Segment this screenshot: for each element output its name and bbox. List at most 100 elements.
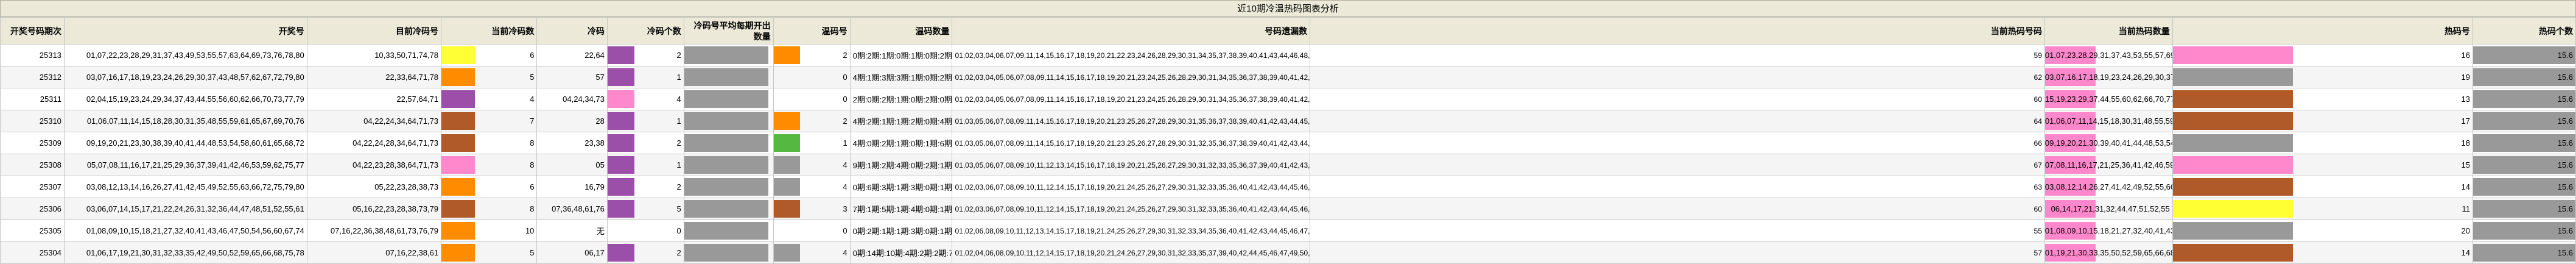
cell-value: 03,08,12,14,26,27,41,42,49,52,55,66,75,8… — [2044, 182, 2172, 191]
cell-cold-nums: 04,22,24,28,34,64,71,73 — [306, 132, 442, 154]
cell-temp — [683, 132, 774, 154]
cell-period: 25305 — [0, 219, 65, 242]
cell-value: 5 — [676, 204, 681, 213]
cell-cold-k: 1 — [606, 110, 684, 132]
cell-extra: 15.6 — [2472, 132, 2576, 154]
cell-value: 5 — [530, 73, 535, 82]
cell-cold-val: 16,79 — [536, 176, 608, 198]
cell-cold-val: 无 — [536, 219, 608, 242]
cell-value: 2 — [676, 182, 681, 191]
cell-hot-count: 55 — [1310, 219, 2045, 242]
cell-cold-val: 23,38 — [536, 132, 608, 154]
col-header[interactable]: 冷码 — [536, 17, 608, 45]
header-row: 开奖号码期次 开奖号 目前冷码号 当前冷码数 冷码 冷码个数 冷码号平均每期开出… — [0, 17, 2576, 45]
cell-period: 25309 — [0, 132, 65, 154]
table-row: 25312 03,07,16,17,18,19,23,24,26,29,30,37… — [0, 66, 2576, 88]
table-row: 25308 05,07,08,11,16,17,21,25,29,36,37,39… — [0, 154, 2576, 176]
cell-extra: 15.6 — [2472, 198, 2576, 220]
cell-hot-count: 64 — [1310, 110, 2045, 132]
col-header[interactable]: 号码遗漏数 — [952, 17, 1311, 45]
cell-period: 25313 — [0, 44, 65, 66]
cell-hot: 15,19,23,29,37,44,55,60,62,66,70,77,79 — [2044, 88, 2173, 110]
cell-value: 5 — [530, 248, 535, 257]
cell-value: 4 — [530, 95, 535, 104]
col-header[interactable]: 目前冷码号 — [306, 17, 442, 45]
cell-value: 2 — [676, 138, 681, 148]
cell-cold-k: 1 — [606, 154, 684, 176]
table-row: 25311 02,04,15,19,23,24,29,34,37,43,44,55… — [0, 88, 2576, 110]
cell-temp-n: 3 — [773, 198, 851, 220]
cell-hot-count: 62 — [1310, 66, 2045, 88]
cell-value: 15.6 — [2557, 248, 2573, 257]
cell-value: 15.6 — [2557, 182, 2573, 191]
cell-temp — [683, 241, 774, 264]
col-header[interactable]: 当前冷码数 — [441, 17, 538, 45]
cell-cold-count: 4 — [441, 88, 538, 110]
cell-cold-nums: 05,16,22,23,28,38,73,79 — [306, 198, 442, 220]
cell-hot-count: 59 — [1310, 44, 2045, 66]
col-header[interactable]: 温码号 — [773, 17, 851, 45]
col-header[interactable]: 开奖号 — [63, 17, 307, 45]
cell-period: 25312 — [0, 66, 65, 88]
col-header[interactable]: 当前热码号码 — [1310, 17, 2045, 45]
cell-cold-nums: 04,22,24,34,64,71,73 — [306, 110, 442, 132]
cell-extra: 15.6 — [2472, 44, 2576, 66]
cell-miss: 0期:2期:1期:0期:1期:0期:2期:0期:0期:3期:1期:0期:5期:1… — [849, 44, 953, 66]
col-header[interactable]: 当前热码数量 — [2044, 17, 2173, 45]
cell-temp-n: 0 — [773, 66, 851, 88]
col-header[interactable]: 温码数量 — [849, 17, 953, 45]
cell-cold-nums: 22,57,64,71 — [306, 88, 442, 110]
cell-value: 1 — [676, 116, 681, 126]
cell-hot: 06,14,17,21,31,32,44,47,51,52,55 — [2044, 198, 2173, 220]
page-title: 近10期冷温热码图表分析 — [0, 0, 2576, 17]
cell-value: 18 — [2461, 138, 2470, 148]
col-header[interactable]: 冷码个数 — [606, 17, 684, 45]
cell-period: 25307 — [0, 176, 65, 198]
cell-draw: 09,19,20,21,23,30,38,39,40,41,44,48,53,5… — [63, 132, 307, 154]
cell-cold-nums: 04,22,23,28,38,64,71,73 — [306, 154, 442, 176]
cell-value: 19 — [2461, 73, 2470, 82]
cell-value: 1 — [676, 160, 681, 169]
cell-hot: 03,08,12,14,26,27,41,42,49,52,55,66,75,8… — [2044, 176, 2173, 198]
cell-temp-n: 1 — [773, 132, 851, 154]
cell-cold-count: 8 — [441, 154, 538, 176]
cell-hot-k: 13 — [2172, 88, 2473, 110]
cell-value: 01,19,21,30,33,35,50,52,59,65,66,68,75,7… — [2044, 248, 2172, 257]
col-header[interactable]: 开奖号码期次 — [0, 17, 65, 45]
cell-cold-count: 5 — [441, 66, 538, 88]
cell-value: 2 — [676, 248, 681, 257]
cell-temp-n: 2 — [773, 110, 851, 132]
cell-value: 09,19,20,21,30,39,40,41,44,48,53,54,60,6… — [2044, 138, 2172, 148]
cell-miss: 9期:1期:2期:4期:0期:2期:1期:4期:1期:7期:0期:0期:0期:5… — [849, 154, 953, 176]
cell-draw: 01,06,07,11,14,15,18,28,30,31,35,48,55,5… — [63, 110, 307, 132]
cell-value: 0 — [676, 226, 681, 235]
bar-fill — [684, 68, 769, 86]
cell-value: 4 — [843, 248, 848, 257]
cell-value: 15.6 — [2557, 204, 2573, 213]
cell-temp-n: 4 — [773, 176, 851, 198]
cell-value: 1 — [676, 73, 681, 82]
cell-draw: 02,04,15,19,23,24,29,34,37,43,44,55,56,6… — [63, 88, 307, 110]
cell-cold-count: 6 — [441, 176, 538, 198]
cell-miss: 4期:2期:1期:1期:2期:0期:4期:11期:0期:3期:0期:2期:1期:… — [849, 110, 953, 132]
cell-cold-count: 7 — [441, 110, 538, 132]
cell-hot-nums: 01,02,03,06,07,08,09,10,11,12,14,15,17,1… — [952, 176, 1311, 198]
cell-value: 6 — [530, 182, 535, 191]
col-header[interactable]: 热码号 — [2172, 17, 2473, 45]
cell-hot-k: 14 — [2172, 241, 2473, 264]
cell-draw: 03,06,07,14,15,17,21,22,24,26,31,32,36,4… — [63, 198, 307, 220]
col-header[interactable]: 冷码号平均每期开出数量 — [683, 17, 774, 45]
cell-value: 15,19,23,29,37,44,55,60,62,66,70,77,79 — [2044, 95, 2173, 104]
cell-cold-k: 2 — [606, 241, 684, 264]
cell-extra: 15.6 — [2472, 219, 2576, 242]
cell-value: 8 — [530, 204, 535, 213]
cell-miss: 0期:2期:1期:1期:3期:0期:1期:2期:1期:0期:0期:1期:0期:0… — [849, 219, 953, 242]
cell-hot-nums: 01,03,05,06,07,08,09,11,14,15,16,17,18,1… — [952, 110, 1311, 132]
cell-temp — [683, 219, 774, 242]
cell-value: 20 — [2461, 226, 2470, 235]
cell-value: 0 — [843, 226, 848, 235]
cell-hot-k: 15 — [2172, 154, 2473, 176]
cell-hot: 01,07,23,28,29,31,37,43,53,55,57,69,73,7… — [2044, 44, 2173, 66]
cell-value: 15 — [2461, 160, 2470, 169]
col-header[interactable]: 热码个数 — [2472, 17, 2576, 45]
